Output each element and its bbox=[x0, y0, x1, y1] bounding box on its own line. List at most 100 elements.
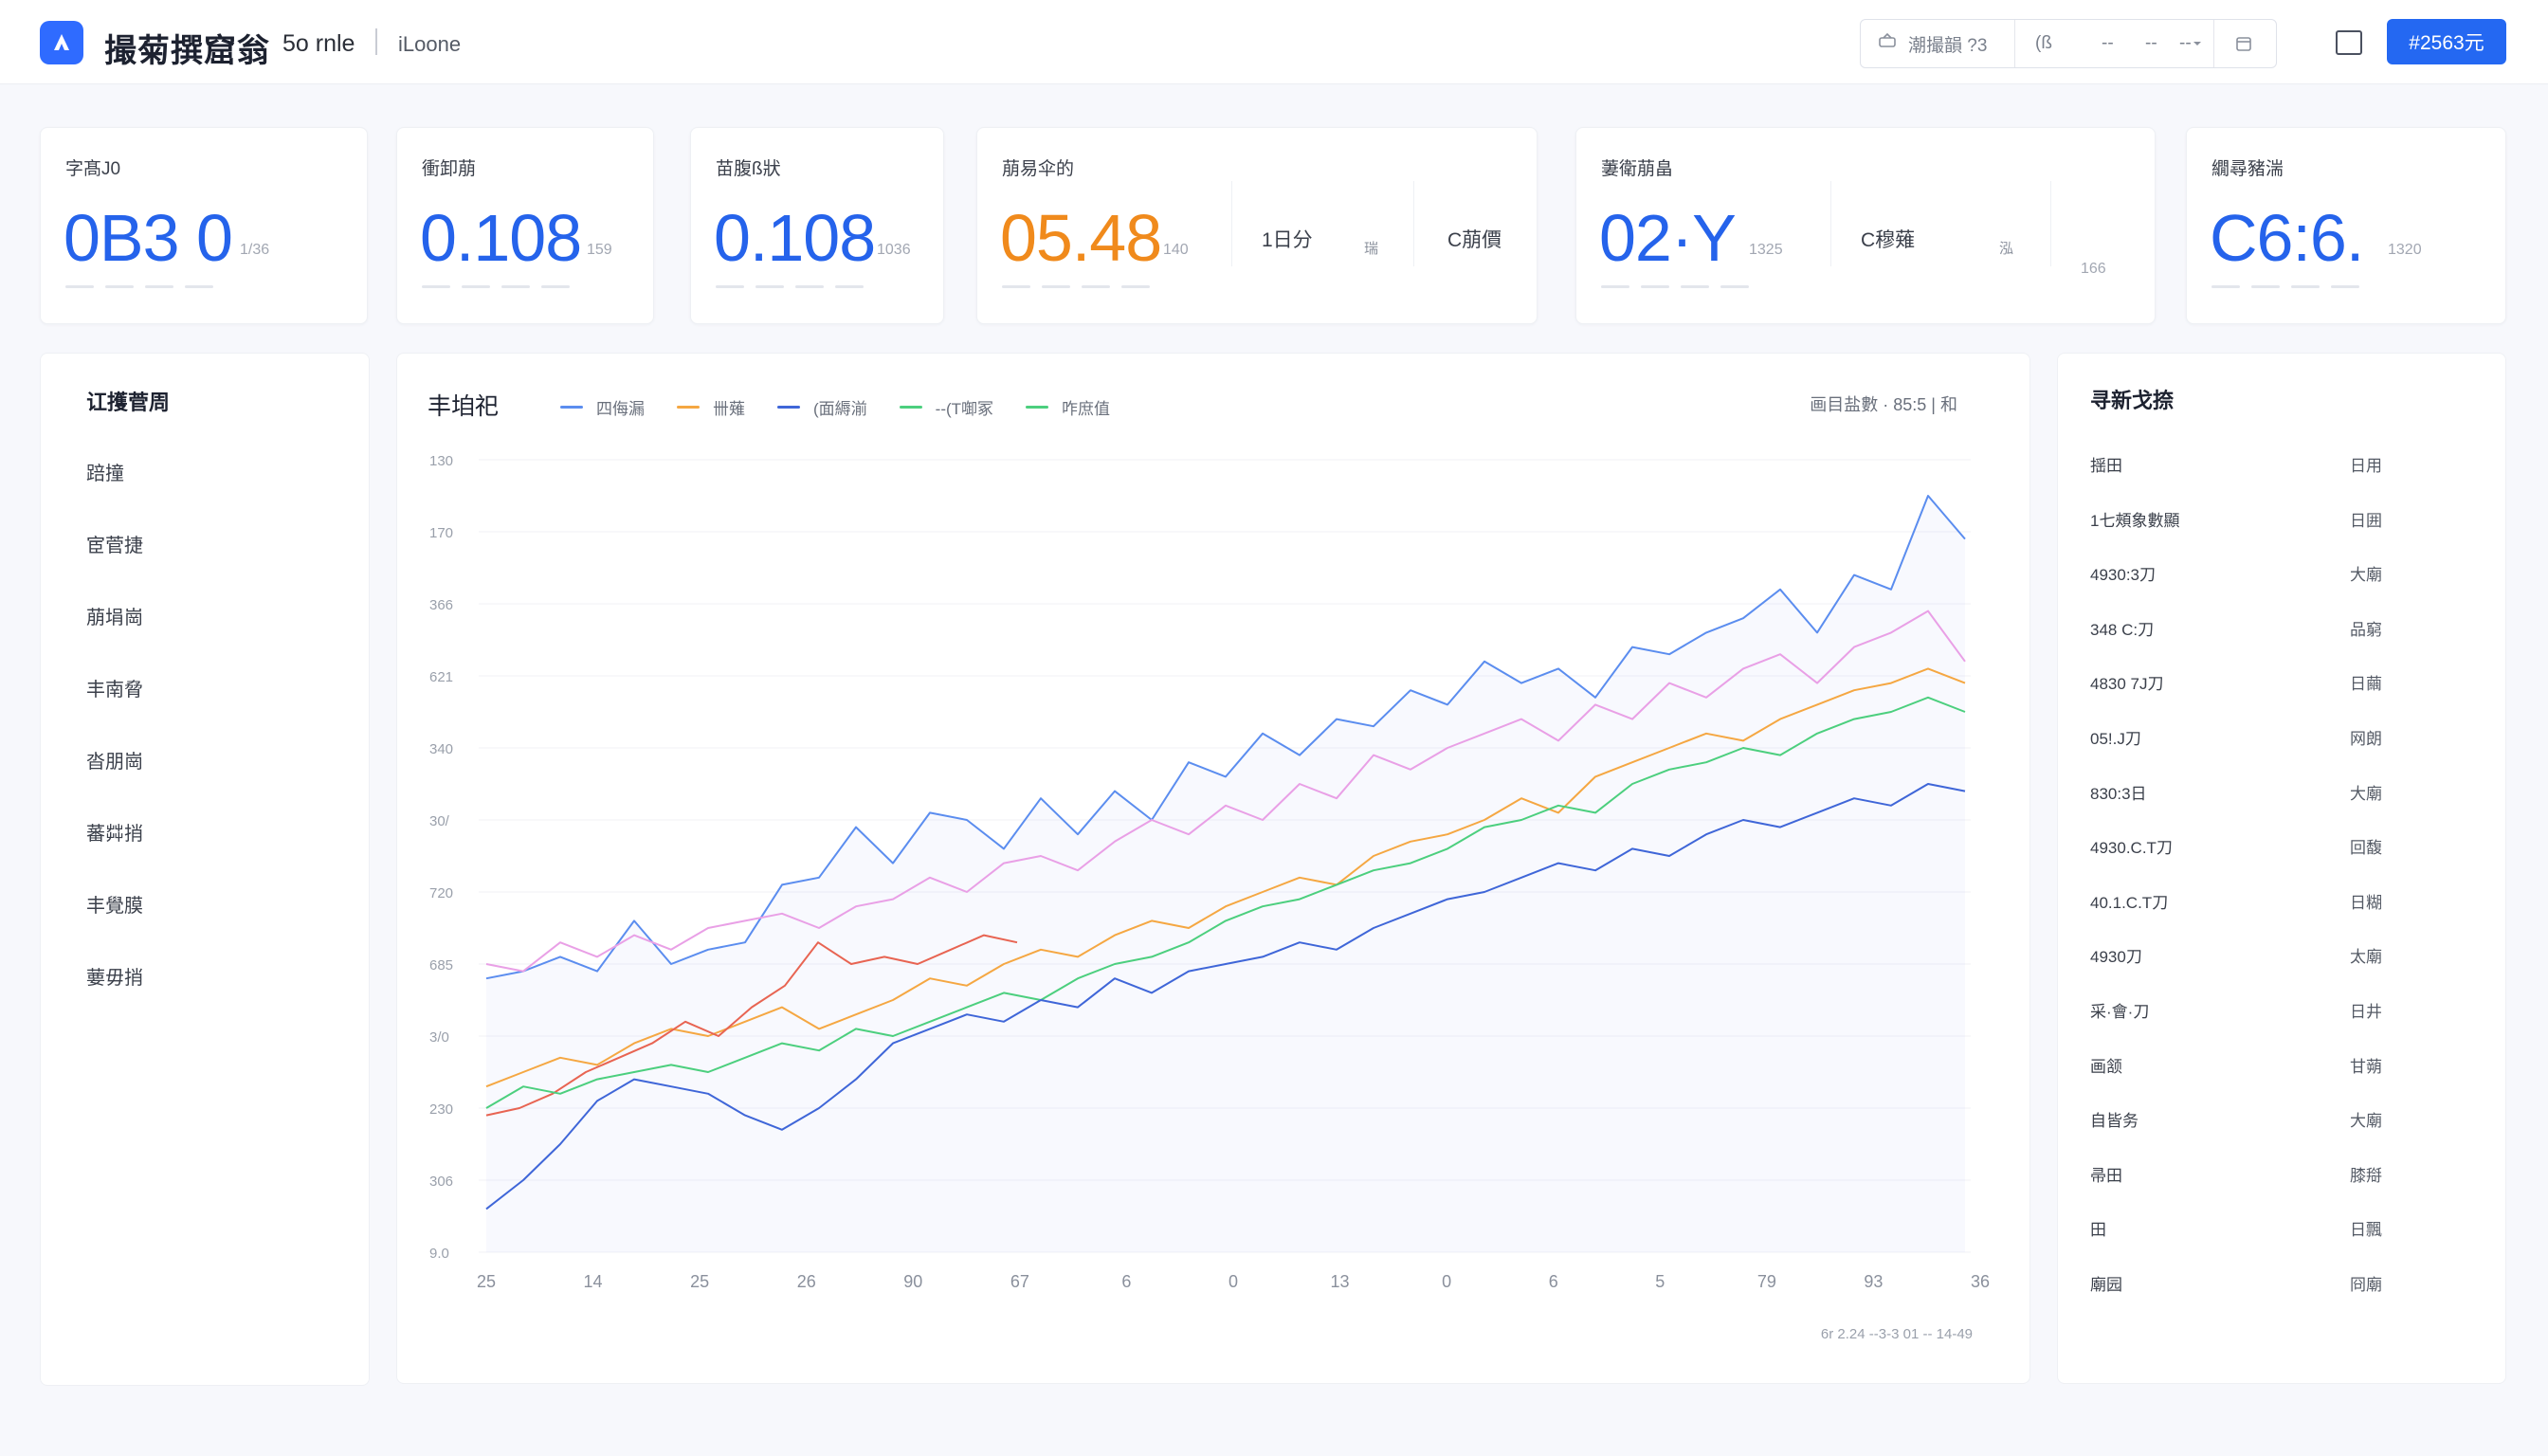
info-row-value: 日飄 bbox=[2350, 1221, 2382, 1240]
x-tick-label: 5 bbox=[1655, 1272, 1665, 1291]
dropdown-caret-icon[interactable] bbox=[2193, 20, 2202, 67]
info-row-key: 自皆务 bbox=[2090, 1112, 2138, 1131]
info-row-value: 甘蒴 bbox=[2350, 1057, 2382, 1076]
info-row[interactable]: 采·會·刀 日井 bbox=[2090, 994, 2473, 1023]
sidebar-item[interactable]: 萠埍崗 bbox=[86, 602, 143, 629]
stat-card[interactable]: 萠易伞的 05.48 140 1日分 瑞 C萠價 bbox=[976, 127, 1538, 324]
info-row-key: 4930:3刀 bbox=[2090, 566, 2156, 585]
stat-label: 衝卸萠 bbox=[422, 159, 477, 179]
calendar-icon[interactable] bbox=[2234, 20, 2253, 67]
info-row-key: 40.1.C.T刀 bbox=[2090, 893, 2169, 912]
info-row[interactable]: 4930刀 太廟 bbox=[2090, 939, 2473, 968]
layout-toggle-icon[interactable] bbox=[2336, 30, 2362, 55]
stat-label: 字髙J0 bbox=[65, 159, 121, 179]
stat-value: C6:6. bbox=[2210, 201, 2364, 275]
y-tick-label: 621 bbox=[429, 669, 453, 685]
toolbar-separator bbox=[2213, 20, 2214, 67]
y-tick-label: 685 bbox=[429, 957, 453, 974]
app-subtitle-secondary: iLoone bbox=[398, 32, 462, 56]
stat-meta: C萠價 bbox=[1447, 229, 1502, 251]
info-row[interactable]: 画颔 甘蒴 bbox=[2090, 1049, 2473, 1078]
chart-footer: 6r 2.24 --3-3 01 -- 14-49 bbox=[1820, 1326, 1973, 1342]
info-row[interactable]: 4830 7J刀 日繭 bbox=[2090, 666, 2473, 695]
info-row[interactable]: 廟园 冏廟 bbox=[2090, 1267, 2473, 1296]
sidebar-item[interactable]: 宦菅捷 bbox=[86, 530, 143, 557]
x-tick-label: 6 bbox=[1549, 1272, 1558, 1291]
stat-value: 0.108 bbox=[420, 201, 582, 275]
stat-subvalue: 1036 bbox=[877, 242, 911, 258]
y-tick-label: 3/0 bbox=[429, 1029, 449, 1046]
stat-dashes bbox=[2211, 285, 2359, 288]
app-title: 撮菊撰窟翁 bbox=[104, 33, 270, 69]
info-row-value: 大廟 bbox=[2350, 784, 2382, 803]
info-row-key: 348 C:刀 bbox=[2090, 620, 2155, 639]
info-row-value: 膝搿 bbox=[2350, 1166, 2382, 1185]
stat-subvalue: 159 bbox=[587, 242, 612, 258]
info-row[interactable]: 830:3日 大廟 bbox=[2090, 776, 2473, 805]
info-row[interactable]: 自皆务 大廟 bbox=[2090, 1103, 2473, 1132]
toolbar-item-c[interactable]: -- bbox=[2145, 20, 2157, 67]
stat-card[interactable]: 萋衛萠畠 02·Y 1325 C穆薙 泓 166 bbox=[1575, 127, 2156, 324]
y-tick-label: 366 bbox=[429, 597, 453, 613]
y-tick-label: 230 bbox=[429, 1101, 453, 1118]
info-row[interactable]: 揺田 日用 bbox=[2090, 448, 2473, 477]
sidebar-item[interactable]: 沓朋崗 bbox=[86, 746, 143, 774]
sidebar-item[interactable]: 丰覺膜 bbox=[86, 890, 143, 918]
x-tick-label: 26 bbox=[797, 1272, 816, 1291]
sidebar-item[interactable]: 丰南脅 bbox=[86, 674, 143, 701]
app-logo-icon[interactable] bbox=[40, 21, 83, 64]
stat-subvalue: 140 bbox=[1163, 242, 1189, 258]
y-tick-label: 170 bbox=[429, 525, 453, 541]
x-tick-label: 93 bbox=[1864, 1272, 1883, 1291]
info-row[interactable]: 40.1.C.T刀 日糊 bbox=[2090, 885, 2473, 914]
stat-card[interactable]: 衝卸萠 0.108 159 bbox=[396, 127, 654, 324]
stat-value: 0B3 0 bbox=[64, 201, 233, 275]
toolbar-item-b[interactable]: -- bbox=[2102, 20, 2114, 67]
info-row[interactable]: 348 C:刀 品窮 bbox=[2090, 612, 2473, 641]
toolbar-search-label: 潮撮韻 ?3 bbox=[1908, 35, 1988, 56]
info-row-value: 日繭 bbox=[2350, 675, 2382, 694]
y-tick-label: 30/ bbox=[429, 813, 450, 829]
info-row[interactable]: 1七頰象數顯 日囲 bbox=[2090, 503, 2473, 532]
info-row[interactable]: 4930:3刀 大廟 bbox=[2090, 557, 2473, 586]
x-tick-label: 14 bbox=[584, 1272, 603, 1291]
stat-divider bbox=[1231, 181, 1232, 266]
info-row-key: 画颔 bbox=[2090, 1057, 2122, 1076]
sidebar-item[interactable]: 蕃茻捎 bbox=[86, 818, 143, 846]
x-tick-label: 67 bbox=[1010, 1272, 1029, 1291]
stat-divider bbox=[1413, 181, 1414, 266]
info-row[interactable]: 05!.J刀 网朗 bbox=[2090, 721, 2473, 750]
toolbar-item-a[interactable]: (ß bbox=[2035, 20, 2052, 67]
info-row[interactable]: 帚田 膝搿 bbox=[2090, 1158, 2473, 1187]
sidebar-item[interactable]: 踣撞 bbox=[86, 458, 124, 485]
y-tick-label: 130 bbox=[429, 453, 453, 469]
x-tick-label: 0 bbox=[1228, 1272, 1238, 1291]
info-row-key: 帚田 bbox=[2090, 1166, 2122, 1185]
toolbar-group: 潮撮韻 ?3 (ß -- -- -- bbox=[1860, 19, 2277, 68]
stat-card[interactable]: 字髙J0 0B3 0 1/36 bbox=[40, 127, 368, 324]
stat-card[interactable]: 苗腹ß狀 0.108 1036 bbox=[690, 127, 944, 324]
stat-card[interactable]: 繝尋豬湍 C6:6. 1320 bbox=[2186, 127, 2506, 324]
toolbar-search[interactable]: 潮撮韻 ?3 bbox=[1878, 20, 1987, 67]
stat-value: 02·Y bbox=[1599, 201, 1737, 275]
sidebar-item[interactable]: 葽毋捎 bbox=[86, 962, 143, 990]
info-row-value: 冏廟 bbox=[2350, 1276, 2382, 1294]
toolbar-item-d[interactable]: -- bbox=[2179, 20, 2192, 67]
info-row-value: 日糊 bbox=[2350, 893, 2382, 912]
primary-action-button[interactable]: #2563元 bbox=[2387, 19, 2506, 64]
app-subtitle: 5o rnle bbox=[282, 30, 355, 57]
info-row-key: 4830 7J刀 bbox=[2090, 675, 2164, 694]
right-panel: 寻新戈捺 揺田 日用 1七頰象數顯 日囲 4930:3刀 大廟 348 C:刀 品窮 4830 … bbox=[2057, 353, 2506, 1384]
stat-subvalue: 1320 bbox=[2388, 242, 2422, 258]
info-row[interactable]: 4930.C.T刀 回馥 bbox=[2090, 830, 2473, 859]
y-tick-label: 9.0 bbox=[429, 1246, 449, 1262]
x-tick-label: 25 bbox=[477, 1272, 496, 1291]
info-row-value: 日井 bbox=[2350, 1003, 2382, 1021]
info-row-key: 田 bbox=[2090, 1221, 2106, 1240]
info-row[interactable]: 田 日飄 bbox=[2090, 1212, 2473, 1241]
stat-label: 苗腹ß狀 bbox=[716, 159, 781, 179]
header-divider bbox=[375, 28, 377, 55]
stat-meta: 166 bbox=[2081, 261, 2106, 277]
info-row-key: 4930刀 bbox=[2090, 948, 2142, 967]
stat-dashes bbox=[1002, 285, 1150, 288]
